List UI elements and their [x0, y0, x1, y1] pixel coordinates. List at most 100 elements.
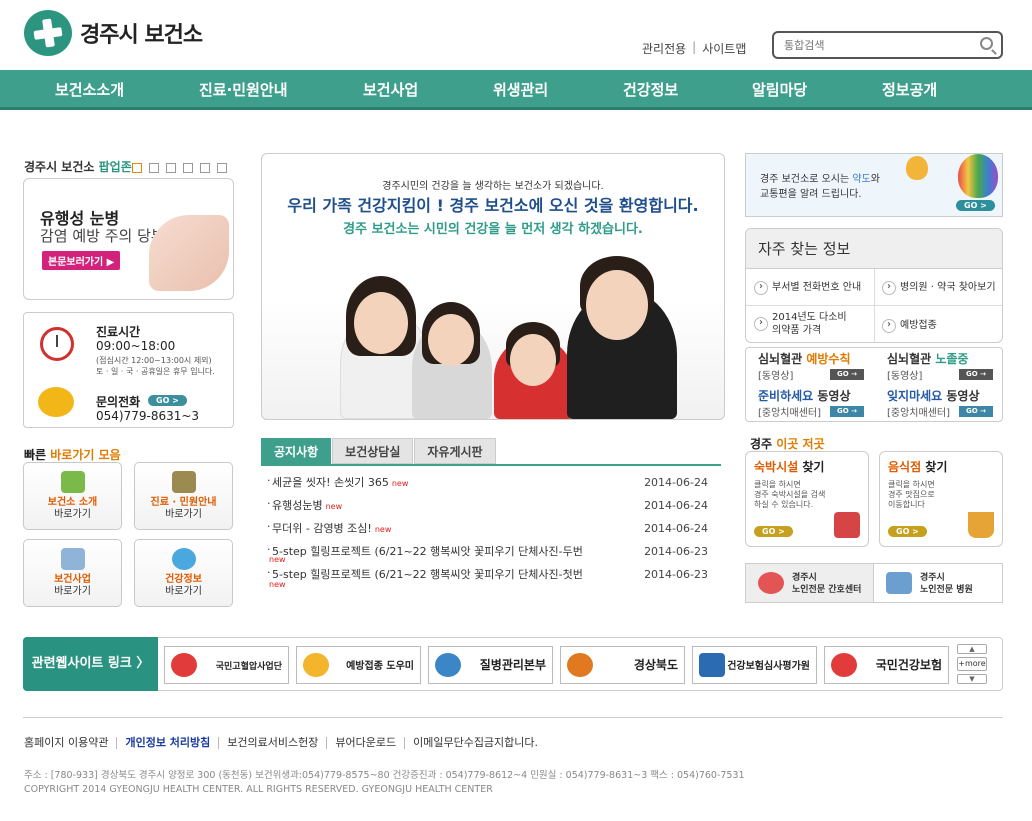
- gyeongju-title-prefix: 경주: [750, 437, 777, 451]
- pager-dot[interactable]: [132, 163, 142, 173]
- video-go-button[interactable]: GO →: [959, 406, 993, 417]
- footer-privacy-link[interactable]: 개인정보 처리방침: [116, 737, 218, 749]
- lodging-search-card[interactable]: 숙박시설 찾기 클릭을 하시면 경주 숙박시설을 검색 하실 수 있습니다. G…: [745, 451, 869, 547]
- notice-title[interactable]: 5-step 힐링프로젝트 (6/21~22 행복씨앗 꽃피우기 단체사진-두번: [267, 543, 637, 559]
- related-site-link[interactable]: 질병관리본부: [428, 646, 553, 684]
- notice-title[interactable]: 유행성눈병new: [267, 497, 637, 513]
- search-box: [772, 31, 1003, 59]
- directions-go-button[interactable]: GO >: [956, 200, 995, 211]
- sitemap-link[interactable]: 사이트맵: [702, 40, 746, 57]
- quick-programs-button[interactable]: 보건사업 바로가기: [23, 539, 122, 607]
- list-item[interactable]: 5-step 힐링프로젝트 (6/21~22 행복씨앗 꽃피우기 단체사진-두번…: [267, 543, 720, 566]
- related-site-name: 예방접종 도우미: [346, 661, 414, 672]
- video-link[interactable]: 심뇌혈관 노졸중 [동영상] GO →: [875, 348, 1003, 385]
- related-site-name: 질병관리본부: [479, 658, 546, 672]
- notice-title[interactable]: 무더위 - 감영병 조심!new: [267, 520, 637, 536]
- related-site-link[interactable]: 예방접종 도우미: [296, 646, 421, 684]
- scroll-up-button[interactable]: ▲: [957, 644, 987, 654]
- scroll-down-button[interactable]: ▼: [957, 674, 987, 684]
- related-site-link[interactable]: 국민건강보험: [824, 646, 949, 684]
- pager-dot[interactable]: [217, 163, 227, 173]
- speech-bubble-icon: [171, 548, 196, 570]
- list-item[interactable]: 5-step 힐링프로젝트 (6/21~22 행복씨앗 꽃피우기 단체사진-첫번…: [267, 566, 720, 589]
- video-link[interactable]: 준비하세요 동영상 [중앙치매센터] GO →: [746, 385, 874, 422]
- faq-hospital-search[interactable]: 병의원 · 약국 찾아보기: [874, 281, 1002, 294]
- directions-text: 경주 보건소로 오시는 약도와 교통편을 알려 드립니다.: [760, 172, 880, 202]
- popup-title-prefix: 경주시 보건소: [24, 160, 99, 174]
- directions-banner[interactable]: 경주 보건소로 오시는 약도와 교통편을 알려 드립니다. GO >: [745, 153, 1003, 217]
- search-input[interactable]: [784, 33, 974, 57]
- notice-date: 2014-06-24: [644, 499, 708, 512]
- quick-label: 진료 · 민원안내: [150, 497, 217, 508]
- quick-treatment-button[interactable]: 진료 · 민원안내 바로가기: [134, 462, 233, 530]
- footer-email-policy-link[interactable]: 이메일무단수집금지합니다.: [404, 737, 546, 749]
- footer-terms-link[interactable]: 홈페이지 이용약관: [24, 737, 116, 749]
- popup-pager: [132, 163, 227, 173]
- faq-vaccination[interactable]: 예방접종: [874, 319, 1002, 332]
- tab-counseling[interactable]: 보건상담실: [332, 438, 414, 464]
- kcdc-logo: [435, 653, 461, 677]
- related-site-link[interactable]: 국민고혈압사업단: [164, 646, 289, 684]
- faq-phone-directory[interactable]: 부서별 전화번호 안내: [746, 281, 874, 294]
- search-icon[interactable]: [980, 37, 993, 50]
- pager-dot[interactable]: [149, 163, 159, 173]
- nav-item-sanitation[interactable]: 위생관리: [493, 70, 548, 110]
- utility-links: 관리전용 | 사이트맵: [642, 40, 746, 57]
- popup-zone-title: 경주시 보건소 팝업존: [24, 158, 132, 175]
- center-name: 노인전문 병원: [920, 585, 973, 595]
- lodging-go-button[interactable]: GO >: [754, 526, 793, 537]
- notice-title[interactable]: 5-step 힐링프로젝트 (6/21~22 행복씨앗 꽃피우기 단체사진-첫번: [267, 566, 637, 582]
- heart-icon: [758, 572, 784, 594]
- video-link[interactable]: 잊지마세요 동영상 [중앙치매센터] GO →: [875, 385, 1003, 422]
- nav-item-disclosure[interactable]: 정보공개: [882, 70, 937, 110]
- nav-item-intro[interactable]: 보건소소개: [55, 70, 124, 110]
- related-sites: 관련웹사이트 링크 〉 국민고혈압사업단 예방접종 도우미 질병관리본부 경상북…: [23, 637, 1003, 691]
- faq-drug-prices[interactable]: 2014년도 다소비 의약품 가격: [746, 311, 856, 337]
- video-go-button[interactable]: GO →: [830, 369, 864, 380]
- card-desc-line: 하실 수 있습니다.: [754, 500, 814, 509]
- new-badge: new: [269, 555, 286, 564]
- tab-free-board[interactable]: 자유게시판: [414, 438, 496, 464]
- list-item[interactable]: 무더위 - 감영병 조심!new 2014-06-24: [267, 520, 720, 543]
- nav-item-treatment[interactable]: 진료·민원안내: [199, 70, 288, 110]
- video-title: 심뇌혈관: [758, 352, 807, 366]
- admin-link[interactable]: 관리전용: [642, 40, 686, 57]
- video-go-button[interactable]: GO →: [830, 406, 864, 417]
- video-go-button[interactable]: GO →: [959, 369, 993, 380]
- related-site-link[interactable]: 건강보험심사평가원: [692, 646, 817, 684]
- restaurant-go-button[interactable]: GO >: [888, 526, 927, 537]
- video-title: 심뇌혈관: [887, 352, 936, 366]
- notice-title-text: 세균을 씻자! 손씻기 365: [272, 476, 389, 489]
- tab-notices[interactable]: 공지사항: [261, 438, 332, 464]
- site-logo[interactable]: 경주시 보건소: [24, 10, 203, 56]
- contact-go-button[interactable]: GO >: [148, 395, 187, 406]
- nav-item-health-programs[interactable]: 보건사업: [363, 70, 418, 110]
- notice-title[interactable]: 세균을 씻자! 손씻기 365new: [267, 474, 637, 490]
- hours-title: 진료시간: [96, 325, 141, 339]
- plant-pot-icon: [968, 512, 994, 538]
- new-badge: new: [269, 580, 286, 589]
- quick-health-info-button[interactable]: 건강정보 바로가기: [134, 539, 233, 607]
- quick-links-title: 빠른 바로가기 모음: [24, 446, 121, 463]
- nav-item-health-info[interactable]: 건강정보: [623, 70, 678, 110]
- popup-read-button[interactable]: 본문보러가기 ▶: [42, 251, 121, 270]
- popup-banner[interactable]: 유행성 눈병 감염 예방 주의 당부 본문보러가기 ▶: [23, 178, 234, 300]
- list-item[interactable]: 유행성눈병new 2014-06-24: [267, 497, 720, 520]
- gyeongju-title-highlight: 이곳 저곳: [776, 437, 825, 451]
- pager-dot[interactable]: [166, 163, 176, 173]
- elder-hospital-link[interactable]: 경주시 노인전문 병원: [874, 564, 1002, 602]
- more-button[interactable]: +more: [957, 657, 987, 671]
- pager-dot[interactable]: [200, 163, 210, 173]
- related-site-link[interactable]: 경상북도: [560, 646, 685, 684]
- card-desc-line: 클릭을 하시면: [888, 480, 935, 489]
- restaurant-search-card[interactable]: 음식점 찾기 클릭을 하시면 경주 맛집으로 이동합니다 GO >: [879, 451, 1003, 547]
- video-link[interactable]: 심뇌혈관 예방수칙 [동영상] GO →: [746, 348, 874, 385]
- related-site-name: 국민고혈압사업단: [215, 662, 282, 672]
- quick-intro-button[interactable]: 보건소 소개 바로가기: [23, 462, 122, 530]
- nav-item-notices[interactable]: 알림마당: [752, 70, 807, 110]
- elder-nursing-center-link[interactable]: 경주시 노인전문 간호센터: [746, 564, 874, 602]
- footer-viewer-link[interactable]: 뷰어다운로드: [326, 737, 404, 749]
- list-item[interactable]: 세균을 씻자! 손씻기 365new 2014-06-24: [267, 474, 720, 497]
- pager-dot[interactable]: [183, 163, 193, 173]
- footer-charter-link[interactable]: 보건의료서비스헌장: [218, 737, 326, 749]
